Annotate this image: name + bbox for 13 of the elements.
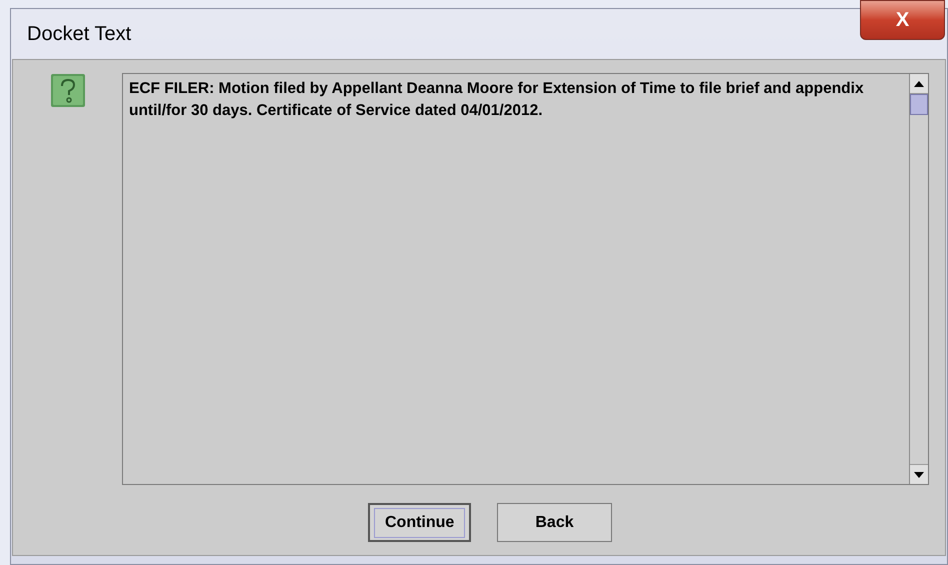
- up-arrow-icon: [914, 80, 924, 86]
- text-area[interactable]: ECF FILER: Motion filed by Appellant Deanna Moore for Extension of Time to file brief and appendix until/for 30 days. Certificate of Service dated 04/01/2012.: [122, 73, 929, 485]
- scroll-up-button[interactable]: [910, 74, 928, 94]
- dialog-button[interactable]: Back: [497, 503, 612, 542]
- scroll-thumb[interactable]: [910, 94, 928, 115]
- question-icon: [50, 74, 84, 107]
- down-arrow-icon: [914, 472, 924, 478]
- scrollbar[interactable]: [909, 74, 928, 484]
- dialog-button[interactable]: Continue: [368, 503, 471, 542]
- docket-text: ECF FILER: Motion filed by Appellant Deanna Moore for Extension of Time to file brief and appendix until/for 30 days. Certificate of Service dated 04/01/2012.: [128, 79, 865, 121]
- scroll-down-button[interactable]: [910, 464, 928, 484]
- window-title: Docket Text: [27, 22, 132, 47]
- close-button[interactable]: X: [860, 0, 945, 40]
